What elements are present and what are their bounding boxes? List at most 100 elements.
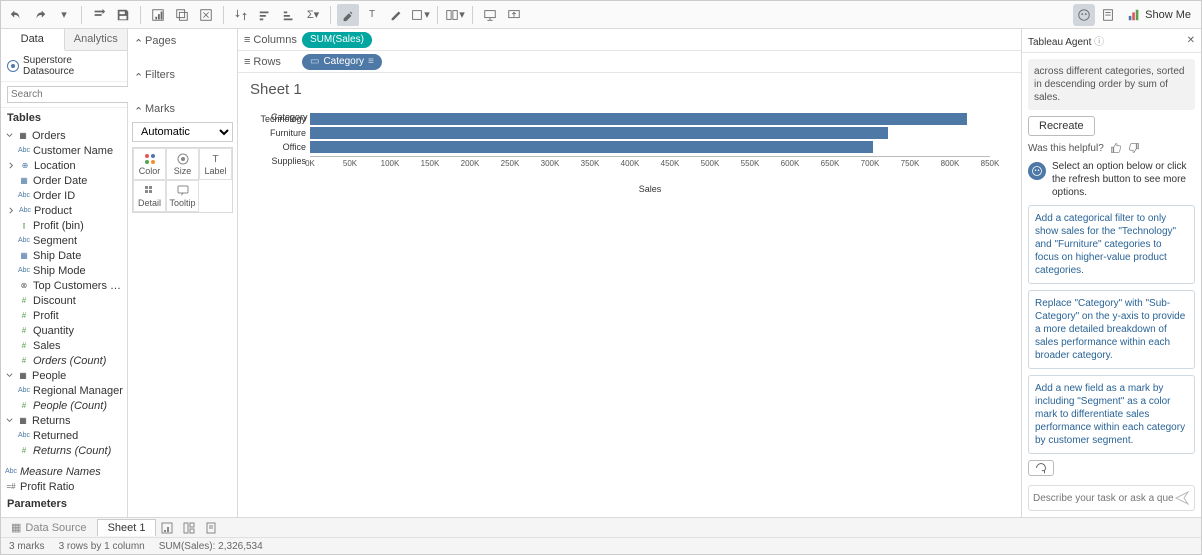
- columns-shelf[interactable]: SUM(Sales): [298, 32, 1021, 48]
- thumbs-down-icon[interactable]: [1128, 142, 1140, 154]
- close-icon[interactable]: ✕: [1187, 35, 1195, 46]
- marks-color[interactable]: Color: [133, 148, 166, 180]
- field-order-id[interactable]: AbcOrder ID: [1, 188, 127, 203]
- bar[interactable]: [310, 141, 873, 153]
- new-story-button[interactable]: [200, 518, 222, 538]
- bar[interactable]: [310, 113, 967, 125]
- sheet-title[interactable]: Sheet 1: [250, 81, 1009, 98]
- folder-orders[interactable]: ▦ Orders: [1, 128, 127, 143]
- field-returned[interactable]: AbcReturned: [1, 428, 127, 443]
- marks-label[interactable]: TLabel: [199, 148, 232, 180]
- sort-desc-button[interactable]: [278, 4, 300, 26]
- x-tick: 650K: [821, 159, 840, 168]
- field-order-date[interactable]: ▦Order Date: [1, 173, 127, 188]
- field-product[interactable]: AbcProduct: [1, 203, 127, 218]
- guide-button[interactable]: [1097, 4, 1119, 26]
- columns-shelf-label: ≡Columns: [238, 34, 298, 46]
- bars: [310, 112, 990, 154]
- agent-toggle-button[interactable]: [1073, 4, 1095, 26]
- agent-text-input[interactable]: [1033, 493, 1174, 504]
- number-icon: #: [18, 311, 30, 321]
- new-sheet-button[interactable]: [156, 518, 178, 538]
- agent-prompt: Select an option below or click the refr…: [1052, 160, 1195, 199]
- totals-button[interactable]: Σ▾: [302, 4, 324, 26]
- label-button[interactable]: T: [361, 4, 383, 26]
- field-orders-count[interactable]: #Orders (Count): [1, 353, 127, 368]
- agent-input[interactable]: [1028, 485, 1195, 511]
- field-location[interactable]: ⊕Location: [1, 158, 127, 173]
- datasource-row[interactable]: Superstore Datasource: [1, 51, 127, 82]
- send-icon[interactable]: [1174, 490, 1190, 506]
- agent-avatar-icon: [1028, 162, 1046, 180]
- agent-option-1[interactable]: Replace "Category" with "Sub-Category" o…: [1028, 290, 1195, 369]
- agent-option-0[interactable]: Add a categorical filter to only show sa…: [1028, 205, 1195, 284]
- field-customer-name[interactable]: AbcCustomer Name: [1, 143, 127, 158]
- footer: ▦Data Source Sheet 1 3 marks 3 rows by 1…: [1, 517, 1201, 554]
- field-returns-count[interactable]: #Returns (Count): [1, 443, 127, 458]
- agent-option-2[interactable]: Add a new field as a mark by including "…: [1028, 375, 1195, 454]
- helpful-label: Was this helpful?: [1028, 143, 1104, 154]
- filters-card[interactable]: ⌃Filters: [132, 67, 233, 83]
- field-profit-bin[interactable]: ⫾Profit (bin): [1, 218, 127, 233]
- x-tick: 850K: [981, 159, 1000, 168]
- marks-size[interactable]: Size: [166, 148, 199, 180]
- field-people-count[interactable]: #People (Count): [1, 398, 127, 413]
- duplicate-button[interactable]: [171, 4, 193, 26]
- rows-shelf[interactable]: ▭Category≡: [298, 54, 1021, 70]
- thumbs-up-icon[interactable]: [1110, 142, 1122, 154]
- field-ship-date[interactable]: ▦Ship Date: [1, 248, 127, 263]
- field-segment[interactable]: AbcSegment: [1, 233, 127, 248]
- text-icon: Abc: [18, 146, 30, 156]
- field-discount[interactable]: #Discount: [1, 293, 127, 308]
- save-button[interactable]: [112, 4, 134, 26]
- marks-type-select[interactable]: Automatic: [132, 122, 233, 142]
- field-top-customers[interactable]: ⊗Top Customers by P...: [1, 278, 127, 293]
- number-icon: #: [18, 341, 30, 351]
- marks-tooltip[interactable]: Tooltip: [166, 180, 199, 212]
- new-datasource-button[interactable]: [88, 4, 110, 26]
- refresh-options-button[interactable]: [1028, 460, 1054, 476]
- field-measure-names[interactable]: AbcMeasure Names: [1, 464, 127, 479]
- agent-panel: Tableau Agent ⓘ ✕ across different categ…: [1021, 29, 1201, 517]
- redo-button[interactable]: [29, 4, 51, 26]
- more-nav-button[interactable]: ▾: [53, 4, 75, 26]
- show-me-button[interactable]: Show Me: [1121, 8, 1197, 22]
- field-profit-ratio[interactable]: =#Profit Ratio: [1, 479, 127, 494]
- swap-button[interactable]: [230, 4, 252, 26]
- highlight-button[interactable]: [337, 4, 359, 26]
- clear-button[interactable]: [195, 4, 217, 26]
- field-profit[interactable]: #Profit: [1, 308, 127, 323]
- field-sales[interactable]: #Sales: [1, 338, 127, 353]
- share-button[interactable]: [503, 4, 525, 26]
- pill-sum-sales[interactable]: SUM(Sales): [302, 32, 372, 48]
- new-worksheet-button[interactable]: [147, 4, 169, 26]
- field-ship-mode[interactable]: AbcShip Mode: [1, 263, 127, 278]
- undo-button[interactable]: [5, 4, 27, 26]
- bin-icon: ⫾: [18, 221, 30, 231]
- recreate-button[interactable]: Recreate: [1028, 116, 1095, 136]
- marks-card[interactable]: ⌃Marks: [132, 101, 233, 117]
- tab-analytics[interactable]: Analytics: [65, 29, 128, 50]
- sort-asc-button[interactable]: [254, 4, 276, 26]
- pill-category[interactable]: ▭Category≡: [302, 54, 382, 70]
- marks-detail[interactable]: Detail: [133, 180, 166, 212]
- folder-people[interactable]: ▦ People: [1, 368, 127, 383]
- x-tick: 300K: [541, 159, 560, 168]
- search-input[interactable]: [7, 86, 147, 103]
- presentation-button[interactable]: [479, 4, 501, 26]
- tooltip-icon: [169, 184, 196, 198]
- sheet1-tab[interactable]: Sheet 1: [97, 519, 157, 536]
- fit-button[interactable]: ▾: [409, 4, 431, 26]
- format-button[interactable]: [385, 4, 407, 26]
- bar[interactable]: [310, 127, 888, 139]
- parameters-header: Parameters: [1, 494, 127, 514]
- data-source-tab[interactable]: ▦Data Source: [1, 519, 97, 536]
- field-regional-manager[interactable]: AbcRegional Manager: [1, 383, 127, 398]
- tab-data[interactable]: Data: [1, 29, 65, 51]
- show-cards-button[interactable]: ▾: [444, 4, 466, 26]
- pages-card[interactable]: ⌃Pages: [132, 33, 233, 49]
- field-quantity[interactable]: #Quantity: [1, 323, 127, 338]
- folder-returns[interactable]: ▦ Returns: [1, 413, 127, 428]
- new-dashboard-button[interactable]: [178, 518, 200, 538]
- agent-summary: across different categories, sorted in d…: [1028, 59, 1195, 110]
